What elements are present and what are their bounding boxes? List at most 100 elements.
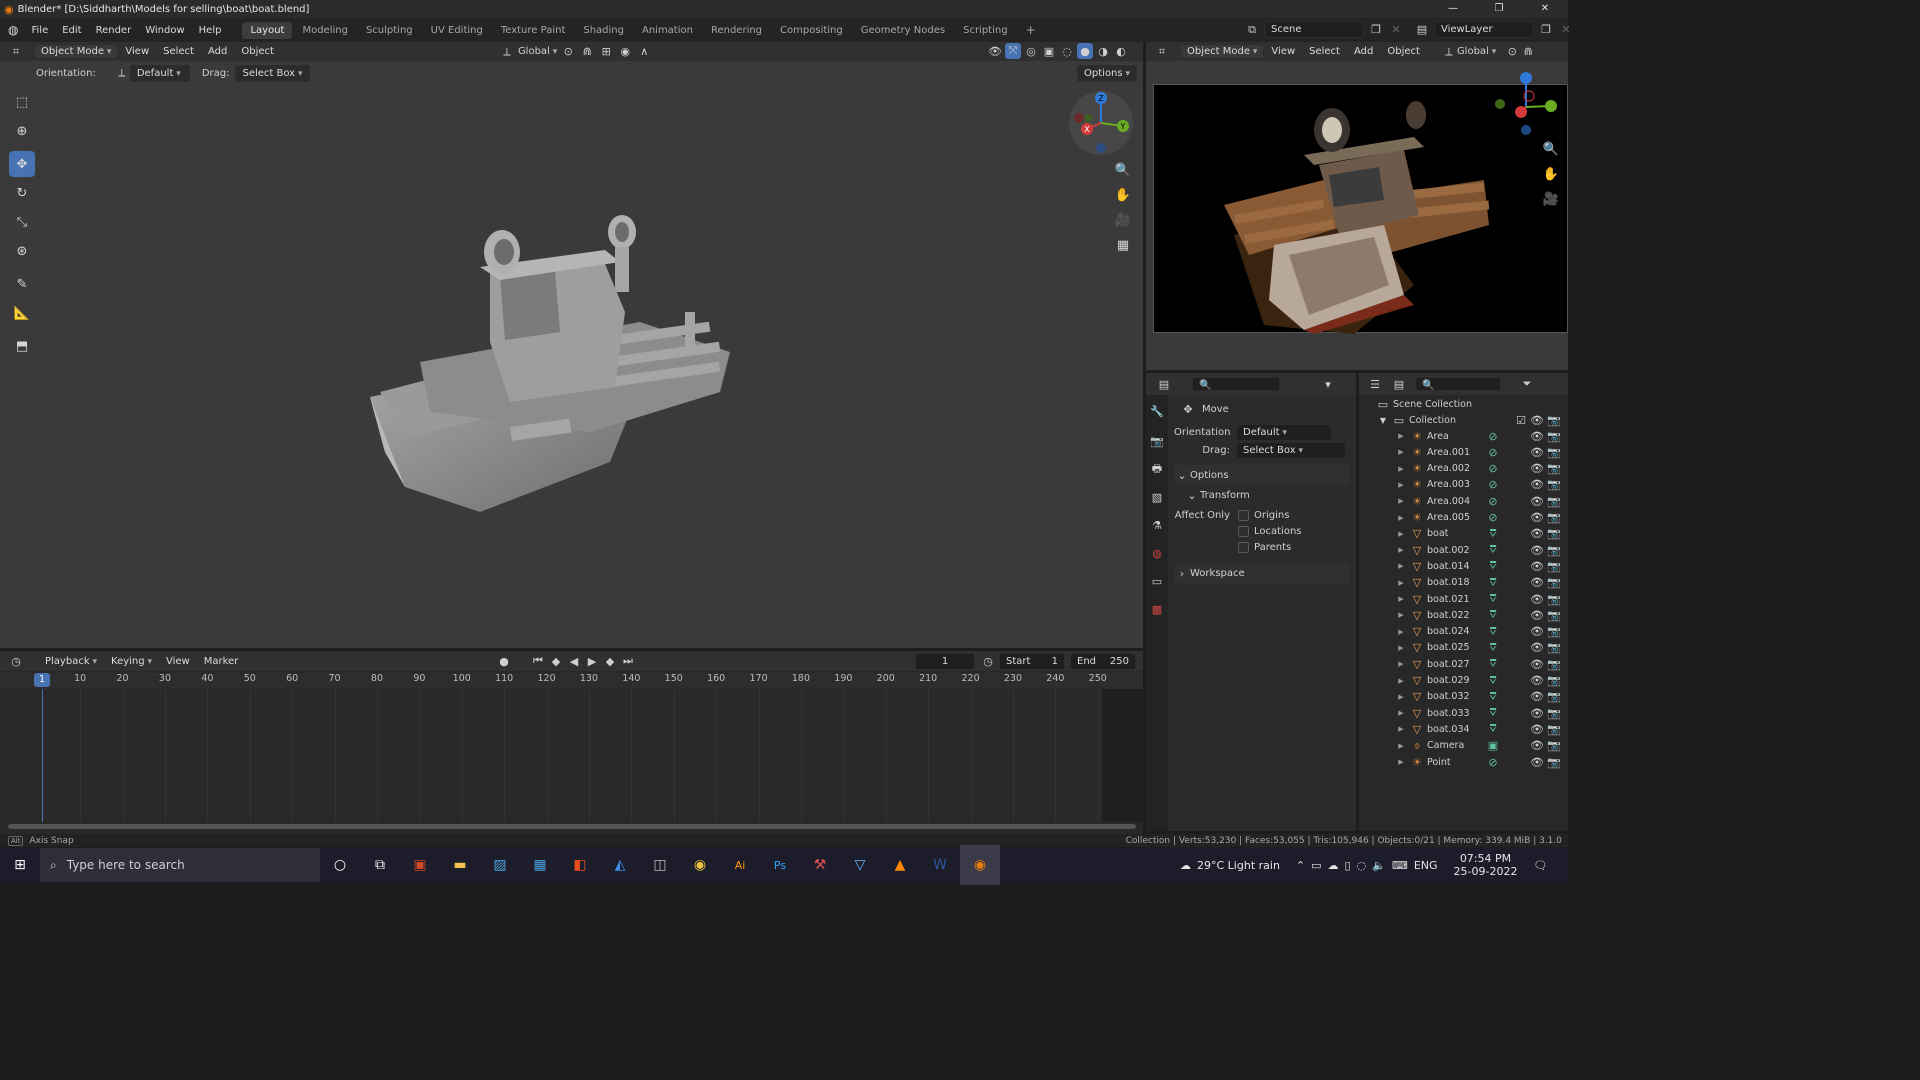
camera-data-icon[interactable]: ▣ [1485, 738, 1501, 754]
mesh-data-icon[interactable]: ⩢ [1485, 689, 1501, 705]
render-snap-icon[interactable]: ⋒ [1520, 44, 1536, 60]
prop-orientation-dropdown[interactable]: Default [1236, 423, 1332, 441]
render-menu-select[interactable]: Select [1302, 46, 1347, 57]
tab-rendering[interactable]: Rendering [703, 22, 770, 39]
expand-arrow-icon[interactable]: ▶ [1393, 738, 1409, 754]
render-editor-type-icon[interactable]: ⌗ [1154, 44, 1170, 60]
expand-arrow-icon[interactable]: ▶ [1393, 493, 1409, 509]
world-tab-icon[interactable]: ◍ [1149, 545, 1165, 561]
eye-icon[interactable]: 👁 [1529, 673, 1545, 689]
orientation-dropdown[interactable]: Default [129, 64, 190, 82]
solid-shading-icon[interactable]: ● [1077, 43, 1093, 59]
play-reverse-icon[interactable]: ◀ [566, 653, 582, 669]
eye-icon[interactable]: 👁 [1529, 526, 1545, 542]
volume-icon[interactable]: 🔈 [1372, 859, 1386, 872]
outliner-row[interactable]: ▶ ⌽ Camera ▣ 👁 📷 [1359, 738, 1569, 754]
outliner-row[interactable]: ▶ ▽ boat.029 ⩢ 👁 📷 [1359, 673, 1569, 689]
render-camera-icon[interactable]: 📷 [1546, 607, 1562, 623]
expand-arrow-icon[interactable]: ▶ [1393, 477, 1409, 493]
store-icon[interactable]: ▦ [520, 845, 560, 885]
eye-icon[interactable]: 👁 [1529, 705, 1545, 721]
falloff-icon[interactable]: ∧ [636, 44, 652, 60]
menu-render[interactable]: Render [89, 25, 139, 36]
expand-arrow-icon[interactable]: ▶ [1393, 689, 1409, 705]
object-mode-dropdown[interactable]: Object Mode [34, 44, 119, 59]
eye-icon[interactable]: 👁 [1529, 754, 1545, 770]
timeline-grid[interactable] [0, 689, 1143, 822]
file-explorer-icon[interactable]: ▬ [440, 845, 480, 885]
scale-icon[interactable]: ⤡ [9, 209, 35, 235]
rotate-icon[interactable]: ↻ [9, 180, 35, 206]
menu-help[interactable]: Help [192, 25, 229, 36]
render-zoom-icon[interactable]: 🔍 [1540, 138, 1562, 160]
tab-sculpting[interactable]: Sculpting [358, 22, 421, 39]
expand-arrow-icon[interactable]: ▶ [1393, 591, 1409, 607]
outliner-row[interactable]: ▶ ☀ Area.002 ⊘ 👁 📷 [1359, 461, 1569, 477]
app-blue-icon[interactable]: ◭ [600, 845, 640, 885]
taskbar-search-box[interactable]: ⌕ Type here to search [40, 848, 320, 882]
outliner-search-input[interactable]: 🔍 [1415, 377, 1501, 391]
end-frame-field[interactable]: End 250 [1070, 653, 1136, 670]
tab-layout[interactable]: Layout [242, 21, 293, 39]
viewport-menu-object[interactable]: Object [234, 46, 281, 57]
render-camera-icon[interactable]: 📷 [1546, 705, 1562, 721]
timeline-editor-type-icon[interactable]: ◷ [8, 653, 24, 669]
delete-viewlayer-icon[interactable]: ✕ [1558, 22, 1574, 38]
eye-icon[interactable]: 👁 [1529, 738, 1545, 754]
eye-icon[interactable]: 👁 [1529, 428, 1545, 444]
eye-icon[interactable]: 👁 [1529, 461, 1545, 477]
outliner-row[interactable]: ▶ ☀ Area.001 ⊘ 👁 📷 [1359, 444, 1569, 460]
eye-icon[interactable]: 👁 [1529, 575, 1545, 591]
eye-icon[interactable]: 👁 [1529, 624, 1545, 640]
auto-keying-icon[interactable]: ● [496, 653, 512, 669]
render-camera-icon[interactable]: 📷 [1546, 591, 1562, 607]
drag-dropdown[interactable]: Select Box [235, 64, 310, 82]
options-panel-header[interactable]: ⌄ Options [1174, 465, 1350, 485]
pivot-icon[interactable]: ⊙ [560, 44, 576, 60]
tray-chevron-icon[interactable]: ⌃ [1296, 859, 1305, 872]
outliner-row[interactable]: ▶ ▽ boat.025 ⩢ 👁 📷 [1359, 640, 1569, 656]
xray-icon[interactable]: ▣ [1041, 43, 1057, 59]
mesh-data-icon[interactable]: ⩢ [1485, 591, 1501, 607]
expand-arrow-icon[interactable]: ▶ [1393, 754, 1409, 770]
jump-end-icon[interactable]: ⏭ [620, 653, 636, 669]
expand-arrow-icon[interactable]: ▶ [1393, 558, 1409, 574]
render-camera-icon[interactable]: 📷 [1546, 428, 1562, 444]
jump-keyframe-back-icon[interactable]: ◆ [548, 653, 564, 669]
mesh-data-icon[interactable]: ⩢ [1485, 558, 1501, 574]
tab-geometry-nodes[interactable]: Geometry Nodes [853, 22, 953, 39]
start-frame-field[interactable]: Start 1 [999, 653, 1065, 670]
select-box-icon[interactable]: ⬚ [9, 89, 35, 115]
render-transform-orientation-dropdown[interactable]: Global [1457, 46, 1496, 57]
add-cube-icon[interactable]: ⬒ [9, 333, 35, 359]
workspace-panel-header[interactable]: › Workspace [1174, 563, 1350, 583]
minimize-icon[interactable]: — [1430, 0, 1476, 18]
gizmo-toggle-icon[interactable]: ⤧ [1005, 43, 1021, 59]
timeline-menu-playback[interactable]: Playback [38, 656, 104, 667]
visibility-icon[interactable]: 👁 [987, 43, 1003, 59]
properties-options-icon[interactable]: ▾ [1320, 376, 1336, 392]
expand-arrow-icon[interactable]: ▶ [1393, 640, 1409, 656]
menu-edit[interactable]: Edit [55, 25, 88, 36]
render-camera-icon[interactable]: 📷 [1546, 640, 1562, 656]
tab-compositing[interactable]: Compositing [772, 22, 851, 39]
tray-app-icon[interactable]: ▭ [1311, 859, 1321, 872]
render-camera-icon[interactable]: 📷 [1546, 754, 1562, 770]
rendered-shading-icon[interactable]: ◐ [1113, 43, 1129, 59]
blender-menu-icon[interactable]: ◍ [8, 23, 18, 37]
outliner-row[interactable]: ▶ ▽ boat.002 ⩢ 👁 📷 [1359, 542, 1569, 558]
illustrator-icon[interactable]: Ai [720, 845, 760, 885]
keying-set-icon[interactable]: ⏮ [530, 653, 546, 669]
eye-icon[interactable]: 👁 [1529, 542, 1545, 558]
photoshop-icon[interactable]: Ps [760, 845, 800, 885]
move-icon[interactable]: ✥ [9, 151, 35, 177]
material-shading-icon[interactable]: ◑ [1095, 43, 1111, 59]
render-camera-icon[interactable]: 📷 [1546, 656, 1562, 672]
transform-icon[interactable]: ⊛ [9, 238, 35, 264]
render-camera-icon[interactable]: 📷 [1546, 673, 1562, 689]
expand-arrow-icon[interactable]: ▶ [1393, 656, 1409, 672]
transform-orientation-dropdown[interactable]: Global [518, 46, 557, 57]
outliner-row[interactable]: ▶ ▽ boat.018 ⩢ 👁 📷 [1359, 575, 1569, 591]
battery-icon[interactable]: ▯ [1345, 859, 1351, 872]
eye-icon[interactable]: 👁 [1529, 444, 1545, 460]
